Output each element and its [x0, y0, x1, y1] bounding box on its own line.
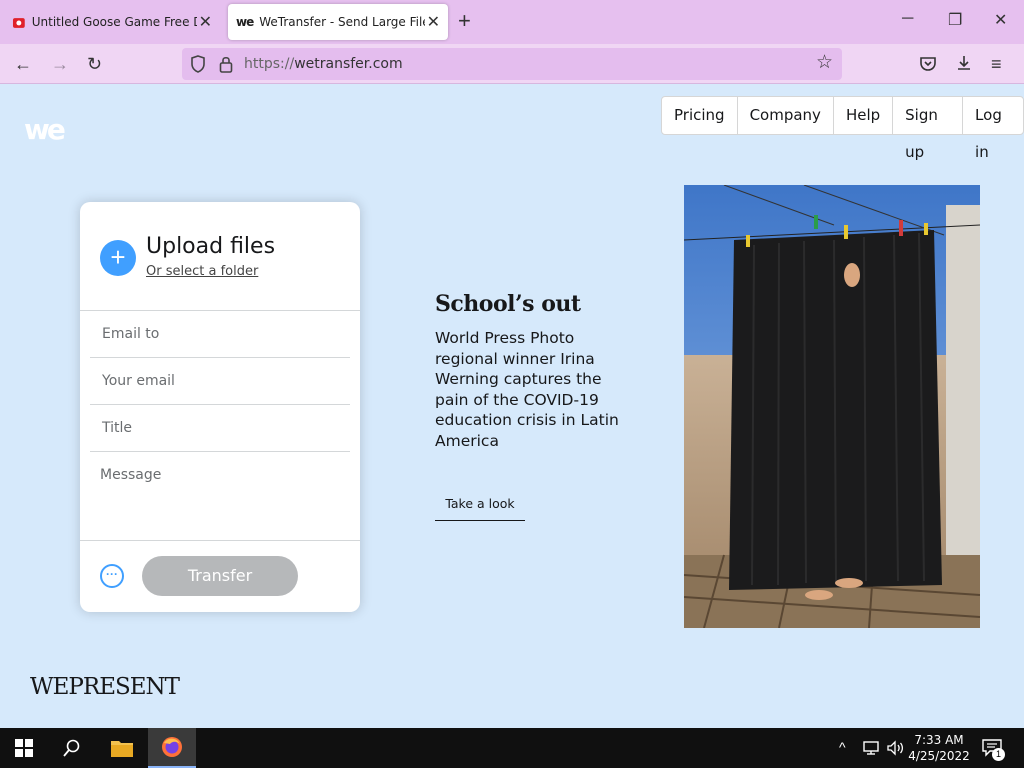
- url-scheme: https://: [244, 56, 295, 72]
- clock-date: 4/25/2022: [908, 749, 970, 763]
- more-options-icon[interactable]: ···: [100, 564, 124, 588]
- close-icon[interactable]: ✕: [199, 12, 212, 32]
- nav-company[interactable]: Company: [736, 97, 833, 134]
- forward-icon[interactable]: →: [51, 52, 69, 76]
- close-icon[interactable]: ✕: [427, 12, 440, 32]
- upload-files-title[interactable]: Upload files: [146, 234, 275, 259]
- upload-card: + Upload files Or select a folder Email …: [80, 202, 360, 612]
- wepresent-logo[interactable]: WEPRESENT: [30, 674, 180, 700]
- pdf-icon: [12, 18, 25, 28]
- firefox-taskbar-button[interactable]: [148, 728, 196, 768]
- divider: [90, 357, 350, 358]
- tab-title: WeTransfer - Send Large Files &: [259, 15, 424, 29]
- new-tab-button[interactable]: +: [458, 10, 471, 32]
- network-icon[interactable]: [862, 740, 880, 756]
- url-text[interactable]: https://wetransfer.com: [244, 56, 403, 72]
- wetransfer-page: we Pricing Company Help Sign up Log in +…: [0, 85, 1024, 728]
- folder-icon: [111, 741, 133, 757]
- pocket-icon[interactable]: [919, 55, 937, 73]
- downloads-icon[interactable]: [955, 54, 973, 72]
- wetransfer-logo[interactable]: we: [24, 113, 66, 146]
- system-clock[interactable]: 7:33 AM 4/25/2022: [906, 732, 972, 764]
- divider: [80, 310, 360, 311]
- windows-taskbar: ^ 7:33 AM 4/25/2022 1: [0, 728, 1024, 768]
- back-icon[interactable]: ←: [14, 52, 32, 76]
- your-email-field[interactable]: Your email: [102, 373, 175, 389]
- menu-icon[interactable]: ≡: [991, 52, 1002, 76]
- search-button[interactable]: [48, 728, 96, 768]
- address-bar[interactable]: https://wetransfer.com ☆: [182, 48, 842, 80]
- notifications-button[interactable]: 1: [980, 737, 1006, 761]
- restore-icon[interactable]: ❐: [948, 10, 962, 30]
- lock-icon[interactable]: [219, 55, 233, 73]
- firefox-icon: [162, 737, 182, 757]
- title-field[interactable]: Title: [102, 420, 132, 436]
- transfer-button[interactable]: Transfer: [142, 556, 298, 596]
- tab-wetransfer[interactable]: we WeTransfer - Send Large Files & ✕: [228, 4, 448, 40]
- start-button[interactable]: [0, 728, 48, 768]
- take-a-look-link[interactable]: Take a look: [435, 487, 525, 521]
- notification-count-badge: 1: [992, 748, 1005, 761]
- tab-title: Untitled Goose Game Free Down: [31, 15, 197, 29]
- nav-pricing[interactable]: Pricing: [662, 97, 737, 134]
- volume-icon[interactable]: [886, 740, 904, 756]
- nav-help[interactable]: Help: [832, 97, 892, 134]
- minimize-icon[interactable]: ─: [902, 10, 913, 28]
- browser-tab-bar: Untitled Goose Game Free Down ✕ we WeTra…: [0, 0, 1024, 44]
- search-icon: [63, 739, 80, 757]
- shield-icon[interactable]: [190, 55, 206, 73]
- top-navigation: Pricing Company Help Sign up Log in: [661, 96, 1024, 161]
- message-field[interactable]: Message: [100, 467, 161, 483]
- email-to-field[interactable]: Email to: [102, 326, 159, 342]
- select-folder-link[interactable]: Or select a folder: [146, 264, 258, 279]
- clock-time: 7:33 AM: [914, 733, 964, 747]
- divider: [90, 451, 350, 452]
- story-title: School’s out: [435, 291, 581, 317]
- tab-goose-game[interactable]: Untitled Goose Game Free Down ✕: [4, 4, 220, 40]
- add-files-button[interactable]: +: [100, 240, 136, 276]
- show-hidden-icons-icon[interactable]: ^: [839, 739, 846, 755]
- file-explorer-button[interactable]: [98, 728, 146, 768]
- wetransfer-favicon: we: [236, 15, 254, 29]
- bookmark-star-icon[interactable]: ☆: [816, 51, 833, 74]
- divider: [80, 540, 360, 541]
- windows-icon: [15, 739, 33, 757]
- nav-log-in[interactable]: Log in: [962, 97, 1023, 161]
- story-description: World Press Photo regional winner Irina …: [435, 329, 619, 450]
- story-photo[interactable]: [684, 185, 980, 628]
- reload-icon[interactable]: ↻: [87, 52, 102, 76]
- divider: [90, 404, 350, 405]
- close-window-icon[interactable]: ✕: [994, 10, 1007, 30]
- url-host: wetransfer.com: [294, 56, 403, 72]
- nav-sign-up[interactable]: Sign up: [892, 97, 962, 161]
- browser-nav-bar: ← → ↻ https://wetransfer.com ☆ ≡: [0, 44, 1024, 84]
